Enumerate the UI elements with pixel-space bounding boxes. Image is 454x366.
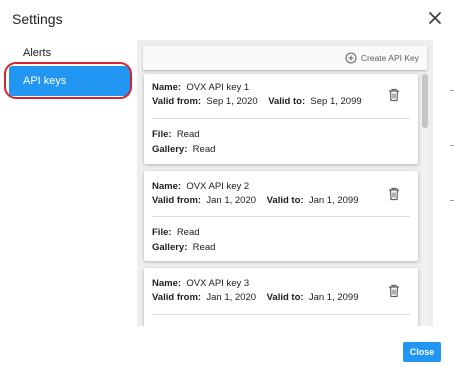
file-label: File: — [152, 129, 172, 140]
file-label: File: — [152, 227, 172, 238]
close-icon[interactable] — [426, 9, 444, 27]
valid-to-value: Jan 1, 2099 — [308, 292, 359, 303]
sidebar-item-api-keys[interactable]: API keys — [9, 66, 130, 96]
card-divider — [152, 216, 410, 217]
api-key-card: Name: OVX API key 1 Valid from: Sep 1, 2… — [144, 74, 418, 164]
name-label: Name: — [152, 181, 182, 192]
valid-from-label: Valid from: — [152, 96, 202, 107]
key-name: OVX API key 1 — [186, 82, 250, 93]
sidebar-item-label: Alerts — [23, 47, 52, 59]
valid-from-label: Valid from: — [152, 195, 202, 206]
create-api-key-label: Create API Key — [360, 53, 419, 63]
api-keys-toolbar: Create API Key — [143, 46, 427, 70]
gallery-permission-row: Gallery: Read — [152, 144, 215, 155]
create-api-key-button[interactable]: Create API Key — [345, 49, 419, 67]
api-key-card: Name: OVX API key 3 Valid from: Jan 1, 2… — [144, 268, 418, 326]
valid-to-value: Jan 1, 2099 — [308, 195, 359, 206]
api-keys-panel: Create API Key Name: OVX API key 1 Valid… — [137, 40, 433, 326]
sidebar-item-alerts[interactable]: Alerts — [9, 38, 130, 68]
card-divider — [152, 314, 410, 315]
validity-row: Valid from: Sep 1, 2020 Valid to: Sep 1,… — [152, 96, 362, 107]
valid-to-label: Valid to: — [266, 195, 304, 206]
gallery-label: Gallery: — [152, 144, 188, 155]
dialog-title: Settings — [12, 11, 63, 27]
gallery-permission-row: Gallery: Read — [152, 242, 215, 253]
name-label: Name: — [152, 82, 182, 93]
scrollbar-thumb[interactable] — [422, 74, 428, 128]
key-name-row: Name: OVX API key 2 — [152, 181, 249, 192]
trash-icon[interactable] — [388, 187, 400, 201]
add-circle-icon — [345, 52, 357, 64]
valid-from-value: Jan 1, 2020 — [206, 292, 257, 303]
gallery-value: Read — [192, 242, 216, 253]
gallery-label: Gallery: — [152, 242, 188, 253]
key-name-row: Name: OVX API key 3 — [152, 278, 249, 289]
validity-row: Valid from: Jan 1, 2020 Valid to: Jan 1,… — [152, 195, 358, 206]
name-label: Name: — [152, 278, 182, 289]
valid-from-value: Jan 1, 2020 — [206, 195, 257, 206]
file-permission-row: File: Read — [152, 129, 200, 140]
gallery-value: Read — [192, 144, 216, 155]
sidebar-item-label: API keys — [23, 75, 67, 87]
valid-from-label: Valid from: — [152, 292, 202, 303]
card-divider — [152, 118, 410, 119]
trash-icon[interactable] — [388, 284, 400, 298]
file-value: Read — [176, 129, 200, 140]
file-permission-row: File: Read — [152, 227, 200, 238]
close-button[interactable]: Close — [403, 342, 441, 362]
file-value: Read — [176, 227, 200, 238]
valid-to-value: Sep 1, 2099 — [310, 96, 362, 107]
valid-from-value: Sep 1, 2020 — [206, 96, 258, 107]
background-page-edge — [448, 60, 454, 300]
validity-row: Valid from: Jan 1, 2020 Valid to: Jan 1,… — [152, 292, 358, 303]
key-name: OVX API key 3 — [186, 278, 250, 289]
trash-icon[interactable] — [388, 88, 400, 102]
api-key-card: Name: OVX API key 2 Valid from: Jan 1, 2… — [144, 171, 418, 261]
valid-to-label: Valid to: — [266, 292, 304, 303]
settings-dialog: Settings Alerts API keys Create API Key … — [0, 0, 454, 366]
key-name-row: Name: OVX API key 1 — [152, 82, 249, 93]
key-name: OVX API key 2 — [186, 181, 250, 192]
valid-to-label: Valid to: — [268, 96, 306, 107]
